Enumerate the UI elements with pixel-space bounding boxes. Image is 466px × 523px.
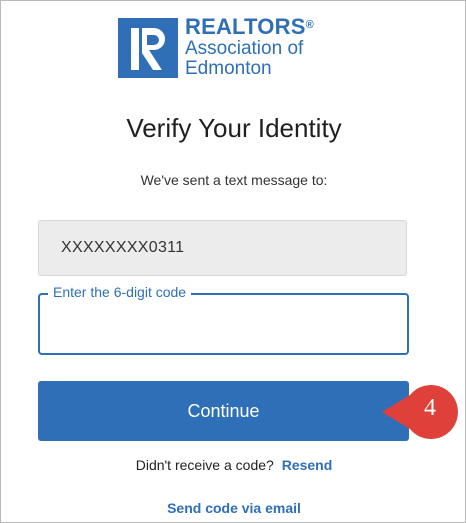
logo-city-text: Edmonton <box>185 58 272 79</box>
realtors-association-logo: REALTORS® Association of Edmonton <box>118 14 333 82</box>
page-subtitle: We've sent a text message to: <box>140 172 328 188</box>
logo-association-text: Association of <box>185 38 304 59</box>
continue-button[interactable]: Continue <box>38 381 409 441</box>
page-title: Verify Your Identity <box>126 113 342 143</box>
logo-realtors-text: REALTORS® <box>185 14 314 39</box>
dialog-frame: REALTORS® Association of Edmonton Verify… <box>0 0 466 523</box>
verification-code-label: Enter the 6-digit code <box>48 284 192 300</box>
registered-mark: ® <box>305 19 314 31</box>
resend-row: Didn't receive a code? Resend <box>1 457 466 473</box>
resend-link[interactable]: Resend <box>282 457 333 473</box>
logo-text: REALTORS® Association of Edmonton <box>185 14 314 79</box>
verification-code-input[interactable] <box>40 295 407 353</box>
masked-phone-display: XXXXXXXX0311 <box>38 220 407 276</box>
masked-phone-number: XXXXXXXX0311 <box>61 239 185 256</box>
realtors-r-mark-icon <box>118 18 178 78</box>
step-callout-number: 4 <box>424 395 436 421</box>
verification-code-field[interactable]: Enter the 6-digit code <box>38 284 409 355</box>
resend-prompt: Didn't receive a code? <box>135 457 274 473</box>
send-code-via-email-link[interactable]: Send code via email <box>1 500 466 516</box>
